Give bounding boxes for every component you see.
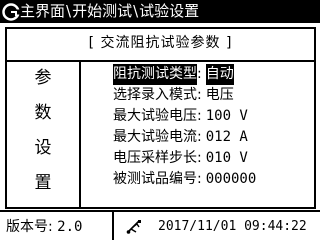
- side-label-char: 数: [34, 103, 52, 123]
- breadcrumb-item-test-settings: 试验设置: [139, 2, 200, 20]
- param-label: 最大试验电压: [113, 108, 197, 124]
- param-colon: :: [197, 150, 202, 166]
- status-bar: 版本号: 2.0 2017/11/01 09:44:22: [0, 210, 320, 240]
- usb-icon: [126, 219, 142, 235]
- param-label: 最大试验电流: [113, 129, 197, 145]
- settings-panel: [ 交流阻抗试验参数 ] 参 数 设 置 阻抗测试类型 : 自动 选择录入模式 …: [5, 27, 316, 209]
- breadcrumb-item-main[interactable]: 主界面: [20, 0, 65, 23]
- side-label-char: 设: [34, 138, 52, 158]
- version-label: 版本号:: [6, 219, 53, 235]
- param-label: 电压采样步长: [113, 150, 197, 166]
- screen: 主界面 \ 开始测试 \ 试验设置 [ 交流阻抗试验参数 ] 参 数 设 置 阻…: [0, 0, 320, 240]
- datetime: 2017/11/01 09:44:22: [158, 219, 307, 234]
- breadcrumb-separator: \: [66, 2, 72, 20]
- param-row-max-current[interactable]: 最大试验电流 : 012 A: [113, 127, 248, 148]
- version-value: 2.0: [57, 219, 83, 235]
- param-row-impedance-type[interactable]: 阻抗测试类型 : 自动: [113, 64, 234, 85]
- param-colon: :: [197, 129, 202, 145]
- param-value-impedance-type[interactable]: 自动: [205, 64, 234, 85]
- param-value-sample-id[interactable]: 000000: [206, 169, 257, 190]
- breadcrumb-item-start-test[interactable]: 开始测试: [72, 0, 132, 23]
- param-label: 阻抗测试类型: [113, 64, 197, 85]
- param-colon: :: [197, 171, 202, 187]
- param-label: 选择录入模式: [113, 87, 197, 103]
- breadcrumb: 主界面 \ 开始测试 \ 试验设置: [20, 0, 199, 23]
- param-colon: :: [197, 108, 202, 124]
- param-value-max-voltage[interactable]: 100 V: [206, 106, 248, 127]
- version-info: 版本号: 2.0: [6, 218, 82, 236]
- param-value-max-current[interactable]: 012 A: [206, 127, 248, 148]
- param-colon: :: [197, 66, 202, 82]
- param-colon: :: [197, 87, 202, 103]
- param-row-input-mode[interactable]: 选择录入模式 : 电压: [113, 85, 234, 106]
- param-row-sample-id[interactable]: 被测试品编号 : 000000: [113, 169, 256, 190]
- divider: [79, 62, 81, 207]
- param-label: 被测试品编号: [113, 171, 197, 187]
- param-row-voltage-step[interactable]: 电压采样步长 : 010 V: [113, 148, 248, 169]
- panel-title: [ 交流阻抗试验参数 ]: [88, 35, 233, 51]
- divider: [112, 212, 114, 240]
- param-row-max-voltage[interactable]: 最大试验电压 : 100 V: [113, 106, 248, 127]
- param-value-input-mode[interactable]: 电压: [206, 85, 234, 106]
- param-value-voltage-step[interactable]: 010 V: [206, 148, 248, 169]
- side-label-char: 置: [34, 173, 52, 193]
- breadcrumb-separator: \: [133, 2, 139, 20]
- title-bar: 主界面 \ 开始测试 \ 试验设置: [0, 0, 320, 23]
- brand-logo-icon: [2, 2, 20, 21]
- side-label-char: 参: [34, 68, 52, 88]
- side-label: 参 数 设 置: [7, 62, 79, 207]
